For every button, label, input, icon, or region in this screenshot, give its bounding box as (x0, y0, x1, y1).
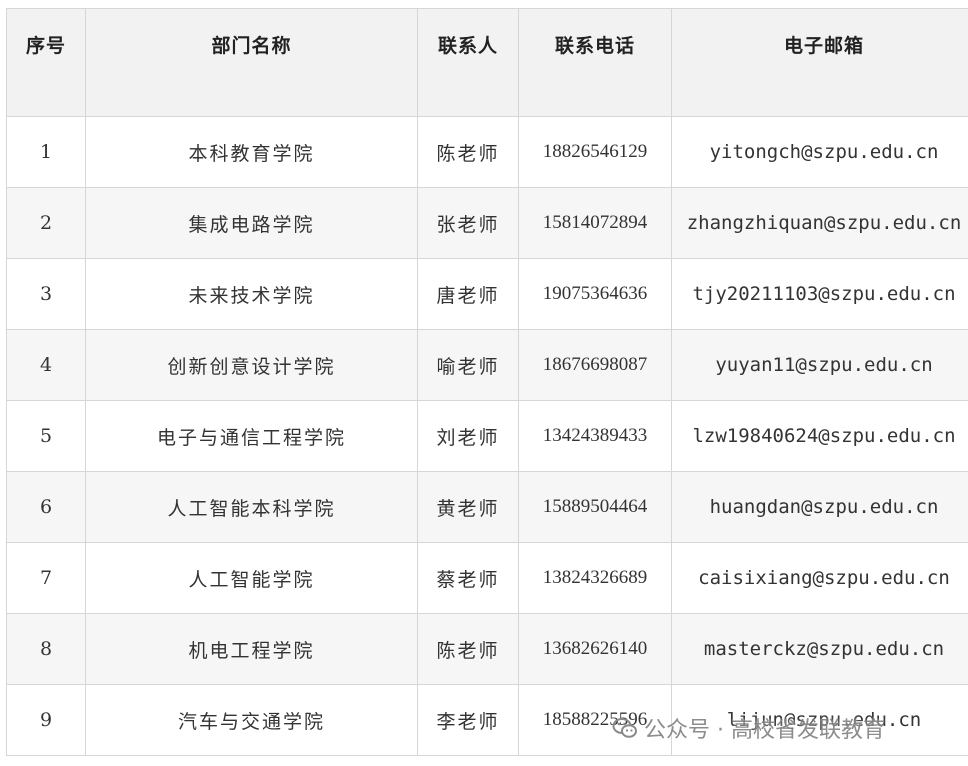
watermark: 公众号 · 高校省发联教育 (612, 710, 885, 746)
cell-phone: 13682626140 (518, 613, 672, 685)
cell-contact: 陈老师 (417, 116, 519, 188)
cell-index: 7 (6, 542, 86, 614)
wechat-official-account-icon (612, 715, 638, 741)
table-row: 4 创新创意设计学院 喻老师 18676698087 yuyan11@szpu.edu.… (6, 329, 968, 401)
header-department: 部门名称 (85, 8, 418, 117)
cell-email: masterckz@szpu.edu.cn (671, 613, 968, 685)
cell-contact: 陈老师 (417, 613, 519, 685)
cell-department: 本科教育学院 (85, 116, 418, 188)
table-header-row: 序号 部门名称 联系人 联系电话 电子邮箱 (6, 8, 968, 117)
table-row: 3 未来技术学院 唐老师 19075364636 tjy20211103@szpu.ed… (6, 258, 968, 330)
table-row: 6 人工智能本科学院 黄老师 15889504464 huangdan@szpu.edu… (6, 471, 968, 543)
cell-index: 3 (6, 258, 86, 330)
cell-index: 9 (6, 684, 86, 756)
cell-contact: 李老师 (417, 684, 519, 756)
cell-phone: 13824326689 (518, 542, 672, 614)
cell-department: 集成电路学院 (85, 187, 418, 259)
cell-department: 电子与通信工程学院 (85, 400, 418, 472)
cell-email: yuyan11@szpu.edu.cn (671, 329, 968, 401)
cell-email: tjy20211103@szpu.edu.cn (671, 258, 968, 330)
cell-phone: 15814072894 (518, 187, 672, 259)
cell-contact: 黄老师 (417, 471, 519, 543)
table-row: 7 人工智能学院 蔡老师 13824326689 caisixiang@szpu.edu… (6, 542, 968, 614)
table-row: 2 集成电路学院 张老师 15814072894 zhangzhiquan@szpu.e… (6, 187, 968, 259)
cell-contact: 张老师 (417, 187, 519, 259)
cell-email: yitongch@szpu.edu.cn (671, 116, 968, 188)
cell-contact: 唐老师 (417, 258, 519, 330)
table-body: 1 本科教育学院 陈老师 18826546129 yitongch@szpu.edu.c… (6, 116, 968, 756)
header-email: 电子邮箱 (671, 8, 968, 117)
cell-index: 5 (6, 400, 86, 472)
table-row: 5 电子与通信工程学院 刘老师 13424389433 lzw19840624@szpu… (6, 400, 968, 472)
cell-email: huangdan@szpu.edu.cn (671, 471, 968, 543)
cell-contact: 刘老师 (417, 400, 519, 472)
cell-email: lzw19840624@szpu.edu.cn (671, 400, 968, 472)
cell-department: 人工智能本科学院 (85, 471, 418, 543)
cell-department: 机电工程学院 (85, 613, 418, 685)
cell-index: 1 (6, 116, 86, 188)
watermark-text: 公众号 · 高校省发联教育 (644, 718, 885, 743)
header-phone: 联系电话 (518, 8, 672, 117)
table-row: 8 机电工程学院 陈老师 13682626140 masterckz@szpu.edu.… (6, 613, 968, 685)
cell-phone: 18676698087 (518, 329, 672, 401)
contacts-table: 序号 部门名称 联系人 联系电话 电子邮箱 1 本科教育学院 陈老师 18826546… (6, 8, 968, 756)
cell-department: 汽车与交通学院 (85, 684, 418, 756)
cell-department: 创新创意设计学院 (85, 329, 418, 401)
header-contact: 联系人 (417, 8, 519, 117)
cell-phone: 19075364636 (518, 258, 672, 330)
cell-phone: 15889504464 (518, 471, 672, 543)
cell-index: 8 (6, 613, 86, 685)
cell-department: 未来技术学院 (85, 258, 418, 330)
cell-email: zhangzhiquan@szpu.edu.cn (671, 187, 968, 259)
table-row: 1 本科教育学院 陈老师 18826546129 yitongch@szpu.edu.c… (6, 116, 968, 188)
cell-phone: 18826546129 (518, 116, 672, 188)
cell-index: 6 (6, 471, 86, 543)
cell-phone: 13424389433 (518, 400, 672, 472)
cell-contact: 蔡老师 (417, 542, 519, 614)
cell-contact: 喻老师 (417, 329, 519, 401)
cell-department: 人工智能学院 (85, 542, 418, 614)
cell-email: caisixiang@szpu.edu.cn (671, 542, 968, 614)
cell-index: 2 (6, 187, 86, 259)
header-index: 序号 (6, 8, 86, 117)
cell-index: 4 (6, 329, 86, 401)
